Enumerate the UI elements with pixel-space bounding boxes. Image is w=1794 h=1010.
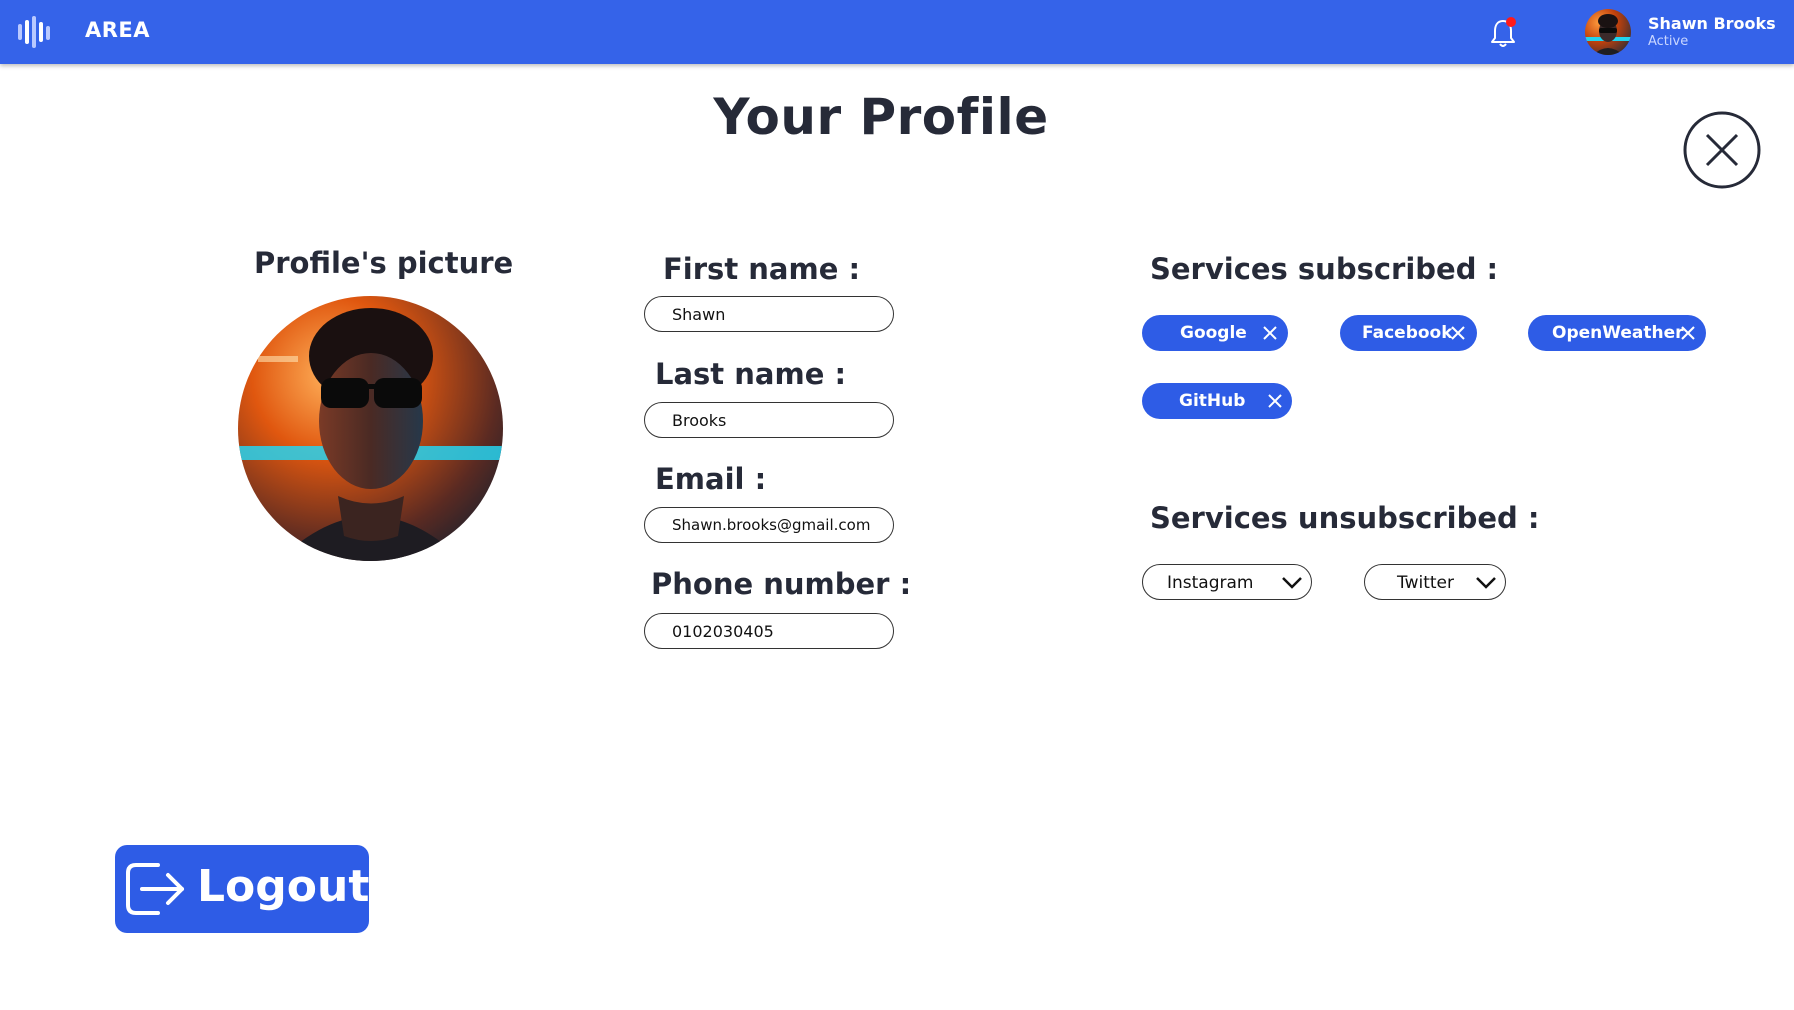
last-name-field[interactable] bbox=[644, 402, 894, 438]
logout-button[interactable]: Logout bbox=[115, 845, 369, 933]
dropdown-label: Instagram bbox=[1167, 573, 1254, 593]
avatar[interactable] bbox=[1585, 9, 1631, 55]
page-title: Your Profile bbox=[713, 88, 1049, 146]
first-name-field[interactable] bbox=[644, 296, 894, 332]
x-icon[interactable] bbox=[1450, 325, 1466, 341]
chevron-down-icon bbox=[1476, 577, 1496, 589]
last-name-label: Last name : bbox=[655, 357, 847, 391]
dropdown-label: Twitter bbox=[1397, 573, 1454, 593]
bell-icon[interactable] bbox=[1489, 17, 1517, 49]
service-dropdown-twitter[interactable]: Twitter bbox=[1364, 564, 1506, 600]
user-name: Shawn Brooks bbox=[1648, 14, 1776, 33]
close-icon[interactable] bbox=[1683, 111, 1761, 189]
service-dropdown-instagram[interactable]: Instagram bbox=[1142, 564, 1312, 600]
x-icon[interactable] bbox=[1680, 325, 1696, 341]
chip-label: GitHub bbox=[1179, 391, 1246, 411]
audio-bars-icon bbox=[18, 16, 50, 48]
logout-label: Logout bbox=[197, 861, 370, 912]
chip-label: OpenWeather bbox=[1552, 323, 1684, 343]
notification-dot bbox=[1506, 17, 1516, 27]
email-field[interactable] bbox=[644, 507, 894, 543]
app-title: AREA bbox=[85, 18, 151, 42]
chip-label: Facebook bbox=[1362, 323, 1453, 343]
chip-label: Google bbox=[1180, 323, 1247, 343]
email-label: Email : bbox=[655, 462, 767, 496]
top-bar: AREA Shawn Brooks Active bbox=[0, 0, 1794, 64]
service-chip-facebook[interactable]: Facebook bbox=[1340, 315, 1477, 351]
phone-number-field[interactable] bbox=[644, 613, 894, 649]
phone-number-label: Phone number : bbox=[651, 567, 912, 601]
chevron-down-icon bbox=[1282, 577, 1302, 589]
user-status: Active bbox=[1648, 34, 1689, 49]
service-chip-google[interactable]: Google bbox=[1142, 315, 1288, 351]
logout-arrow-icon bbox=[126, 863, 184, 915]
service-chip-openweather[interactable]: OpenWeather bbox=[1528, 315, 1706, 351]
service-chip-github[interactable]: GitHub bbox=[1142, 383, 1292, 419]
x-icon[interactable] bbox=[1262, 325, 1278, 341]
first-name-label: First name : bbox=[663, 252, 861, 286]
x-icon[interactable] bbox=[1267, 393, 1283, 409]
profile-picture[interactable] bbox=[238, 296, 503, 561]
services-unsubscribed-label: Services unsubscribed : bbox=[1150, 501, 1540, 535]
services-subscribed-label: Services subscribed : bbox=[1150, 252, 1499, 286]
profile-picture-label: Profile's picture bbox=[254, 246, 514, 280]
